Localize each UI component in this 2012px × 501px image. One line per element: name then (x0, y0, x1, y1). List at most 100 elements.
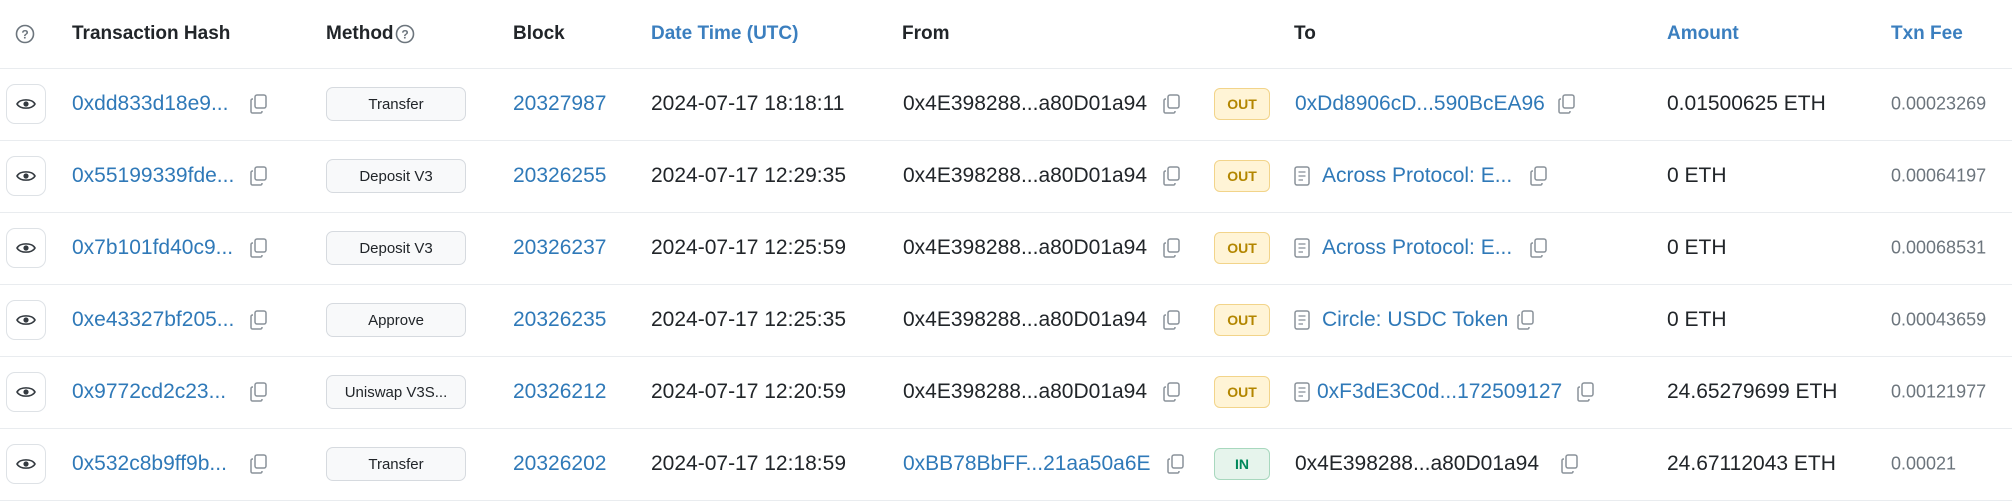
header-transaction-hash: Transaction Hash (72, 23, 231, 44)
contract-icon (1294, 238, 1310, 258)
header-method: Method (326, 23, 394, 44)
header-date-time[interactable]: Date Time (UTC) (651, 23, 798, 45)
txn-fee: 0.00023269 (1891, 93, 1987, 114)
txn-fee: 0.00068531 (1891, 237, 1987, 258)
block-link[interactable]: 20326202 (513, 452, 606, 476)
copy-icon[interactable] (1163, 310, 1181, 330)
copy-icon[interactable] (250, 94, 268, 114)
contract-icon (1294, 310, 1310, 330)
eye-icon (16, 169, 36, 183)
copy-icon[interactable] (1577, 382, 1595, 402)
view-details-button[interactable] (6, 228, 46, 268)
copy-icon[interactable] (1163, 94, 1181, 114)
from-address: 0x4E398288...a80D01a94 (903, 92, 1148, 115)
header-block: Block (513, 23, 565, 44)
table-row: 0x7b101fd40c9... Deposit V3 20326237 2024-0… (0, 212, 2012, 285)
transaction-hash-link[interactable]: 0xe43327bf205... (72, 308, 234, 332)
method-badge: Uniswap V3S... (326, 375, 466, 409)
copy-icon[interactable] (1163, 382, 1181, 402)
transaction-hash-link[interactable]: 0xdd833d18e9... (72, 92, 228, 116)
header-amount[interactable]: Amount (1667, 23, 1739, 45)
txn-fee: 0.00021 (1891, 453, 1957, 474)
copy-icon[interactable] (1530, 166, 1548, 186)
copy-icon[interactable] (1530, 238, 1548, 258)
header-txn-fee[interactable]: Txn Fee (1891, 23, 1963, 45)
direction-badge: OUT (1214, 88, 1270, 120)
header-to: To (1294, 23, 1316, 44)
amount: 24.65279699 ETH (1667, 380, 1838, 403)
to-address[interactable]: Across Protocol: E... (1322, 164, 1512, 188)
copy-icon[interactable] (1561, 454, 1579, 474)
direction-badge: OUT (1214, 160, 1270, 192)
to-address[interactable]: 0xDd8906cD...590BcEA96 (1295, 92, 1545, 116)
date-time: 2024-07-17 12:29:35 (651, 164, 846, 187)
eye-icon (16, 313, 36, 327)
copy-icon[interactable] (1163, 238, 1181, 258)
view-details-button[interactable] (6, 84, 46, 124)
method-badge: Approve (326, 303, 466, 337)
direction-badge: OUT (1214, 232, 1270, 264)
table-row: 0xdd833d18e9... Transfer 20327987 2024-07-1… (0, 68, 2012, 141)
table-row: 0x9772cd2c23... Uniswap V3S... 20326212 202… (0, 356, 2012, 429)
transaction-hash-link[interactable]: 0x532c8b9ff9b... (72, 452, 227, 476)
copy-icon[interactable] (250, 166, 268, 186)
view-details-button[interactable] (6, 444, 46, 484)
method-badge: Transfer (326, 87, 466, 121)
block-link[interactable]: 20326235 (513, 308, 606, 332)
to-address[interactable]: Circle: USDC Token (1322, 308, 1508, 332)
transactions-table: ? Transaction Hash Method ? Block Date T… (0, 0, 2012, 501)
copy-icon[interactable] (1167, 454, 1185, 474)
from-address: 0x4E398288...a80D01a94 (903, 308, 1148, 331)
amount: 0 ETH (1667, 164, 1727, 187)
direction-badge: OUT (1214, 376, 1270, 408)
view-details-button[interactable] (6, 156, 46, 196)
block-link[interactable]: 20327987 (513, 92, 606, 116)
block-link[interactable]: 20326237 (513, 236, 606, 260)
from-address: 0x4E398288...a80D01a94 (903, 236, 1148, 259)
block-link[interactable]: 20326255 (513, 164, 606, 188)
to-address[interactable]: 0xF3dE3C0d...172509127 (1317, 380, 1562, 404)
view-details-button[interactable] (6, 300, 46, 340)
copy-icon[interactable] (250, 238, 268, 258)
method-help-icon[interactable]: ? (395, 24, 415, 44)
view-details-button[interactable] (6, 372, 46, 412)
eye-icon (16, 385, 36, 399)
transaction-hash-link[interactable]: 0x55199339fde... (72, 164, 234, 188)
txn-fee: 0.00121977 (1891, 381, 1987, 402)
table-row: 0xe43327bf205... Approve 20326235 2024-07-1… (0, 284, 2012, 357)
copy-icon[interactable] (250, 310, 268, 330)
copy-icon[interactable] (1517, 310, 1535, 330)
date-time: 2024-07-17 12:25:59 (651, 236, 846, 259)
help-icon[interactable]: ? (15, 24, 35, 44)
method-badge: Deposit V3 (326, 159, 466, 193)
to-address[interactable]: Across Protocol: E... (1322, 236, 1512, 260)
amount: 0 ETH (1667, 308, 1727, 331)
eye-icon (16, 241, 36, 255)
date-time: 2024-07-17 12:25:35 (651, 308, 846, 331)
from-address[interactable]: 0xBB78BbFF...21aa50a6E (903, 452, 1151, 476)
amount: 24.67112043 ETH (1667, 452, 1836, 475)
copy-icon[interactable] (1558, 94, 1576, 114)
date-time: 2024-07-17 12:20:59 (651, 380, 846, 403)
method-badge: Transfer (326, 447, 466, 481)
header-from: From (902, 23, 950, 44)
date-time: 2024-07-17 12:18:59 (651, 452, 846, 475)
contract-icon (1294, 166, 1310, 186)
to-address: 0x4E398288...a80D01a94 (1295, 452, 1540, 475)
copy-icon[interactable] (250, 454, 268, 474)
eye-icon (16, 97, 36, 111)
copy-icon[interactable] (250, 382, 268, 402)
eye-icon (16, 457, 36, 471)
from-address: 0x4E398288...a80D01a94 (903, 164, 1148, 187)
direction-badge: OUT (1214, 304, 1270, 336)
transaction-hash-link[interactable]: 0x9772cd2c23... (72, 380, 226, 404)
block-link[interactable]: 20326212 (513, 380, 606, 404)
amount: 0.01500625 ETH (1667, 92, 1826, 115)
txn-fee: 0.00043659 (1891, 309, 1987, 330)
copy-icon[interactable] (1163, 166, 1181, 186)
method-badge: Deposit V3 (326, 231, 466, 265)
amount: 0 ETH (1667, 236, 1727, 259)
date-time: 2024-07-17 18:18:11 (651, 92, 845, 115)
svg-text:?: ? (401, 28, 408, 42)
transaction-hash-link[interactable]: 0x7b101fd40c9... (72, 236, 233, 260)
